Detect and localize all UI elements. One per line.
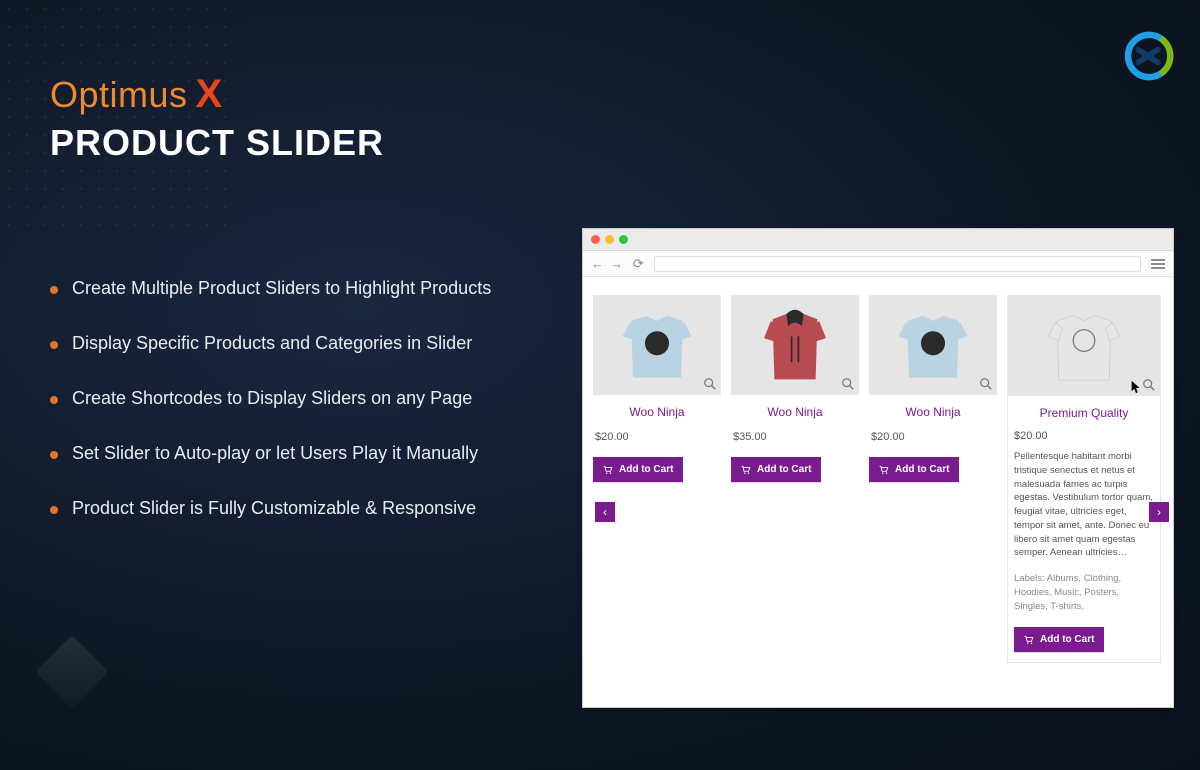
add-to-cart-button[interactable]: Add to Cart: [1014, 627, 1104, 652]
diamond-decor: [35, 635, 109, 709]
window-controls: [591, 235, 628, 244]
address-bar[interactable]: [654, 256, 1141, 272]
add-to-cart-button[interactable]: Add to Cart: [593, 457, 683, 482]
cart-icon: [879, 465, 889, 475]
zoom-icon[interactable]: [841, 377, 855, 391]
slider-next-button[interactable]: ›: [1149, 502, 1169, 522]
product-title[interactable]: Woo Ninja: [731, 405, 859, 419]
product-title[interactable]: Woo Ninja: [593, 405, 721, 419]
product-slider: Woo Ninja $20.00 Add to Cart: [593, 295, 1163, 663]
cursor-icon: [1130, 380, 1142, 394]
add-to-cart-label: Add to Cart: [895, 464, 949, 475]
forward-icon[interactable]: →: [610, 256, 623, 271]
add-to-cart-button[interactable]: Add to Cart: [731, 457, 821, 482]
feature-item: Create Multiple Product Sliders to Highl…: [50, 278, 570, 299]
product-thumbnail[interactable]: [731, 295, 859, 395]
add-to-cart-label: Add to Cart: [757, 464, 811, 475]
browser-toolbar: ← → ⟳: [583, 251, 1173, 277]
feature-item: Display Specific Products and Categories…: [50, 333, 570, 354]
browser-titlebar: [583, 229, 1173, 251]
browser-window: ← → ⟳: [582, 228, 1174, 708]
feature-item: Product Slider is Fully Customizable & R…: [50, 498, 570, 519]
close-icon[interactable]: [591, 235, 600, 244]
product-card: Woo Ninja $35.00 Add to Cart: [731, 295, 859, 663]
product-price: $35.00: [733, 431, 859, 443]
back-icon[interactable]: ←: [591, 256, 604, 271]
menu-icon[interactable]: [1151, 259, 1165, 269]
slider-prev-button[interactable]: ‹: [595, 502, 615, 522]
product-labels: Labels: Albums, Clothing, Hoodies, Music…: [1014, 572, 1154, 613]
feature-item: Create Shortcodes to Display Sliders on …: [50, 388, 570, 409]
minimize-icon[interactable]: [605, 235, 614, 244]
cart-icon: [603, 465, 613, 475]
feature-list: Create Multiple Product Sliders to Highl…: [50, 278, 570, 553]
product-price: $20.00: [871, 431, 997, 443]
maximize-icon[interactable]: [619, 235, 628, 244]
add-to-cart-label: Add to Cart: [619, 464, 673, 475]
brand-word-x: X: [188, 72, 223, 116]
product-price: $20.00: [1014, 430, 1154, 442]
product-description: Pellentesque habitant morbi tristique se…: [1014, 450, 1154, 560]
chevron-left-icon: ‹: [603, 505, 607, 519]
cart-icon: [741, 465, 751, 475]
brand-logo-icon: [1122, 30, 1174, 82]
product-thumbnail[interactable]: [1008, 296, 1160, 396]
browser-viewport: Woo Ninja $20.00 Add to Cart: [583, 277, 1173, 707]
product-card: Woo Ninja $20.00 Add to Cart: [869, 295, 997, 663]
zoom-icon[interactable]: [979, 377, 993, 391]
chevron-right-icon: ›: [1157, 505, 1161, 519]
nav-arrows: ← →: [591, 256, 623, 271]
product-thumbnail[interactable]: [869, 295, 997, 395]
zoom-icon[interactable]: [1142, 378, 1156, 392]
product-thumbnail[interactable]: [593, 295, 721, 395]
brand-word-optimus: Optimus: [50, 74, 188, 115]
page-title: PRODUCT SLIDER: [50, 122, 384, 164]
add-to-cart-label: Add to Cart: [1040, 634, 1094, 645]
product-card-premium: Premium Quality $20.00 Pellentesque habi…: [1007, 295, 1161, 663]
labels-prefix: Labels:: [1014, 573, 1047, 584]
product-card: Woo Ninja $20.00 Add to Cart: [593, 295, 721, 663]
reload-icon[interactable]: ⟳: [633, 256, 644, 272]
add-to-cart-button[interactable]: Add to Cart: [869, 457, 959, 482]
product-title[interactable]: Premium Quality: [1014, 406, 1154, 420]
product-price: $20.00: [595, 431, 721, 443]
feature-item: Set Slider to Auto-play or let Users Pla…: [50, 443, 570, 464]
promo-stage: OptimusX PRODUCT SLIDER Create Multiple …: [0, 0, 1200, 770]
product-title[interactable]: Woo Ninja: [869, 405, 997, 419]
brand-wordmark: OptimusX: [50, 72, 223, 117]
zoom-icon[interactable]: [703, 377, 717, 391]
cart-icon: [1024, 635, 1034, 645]
